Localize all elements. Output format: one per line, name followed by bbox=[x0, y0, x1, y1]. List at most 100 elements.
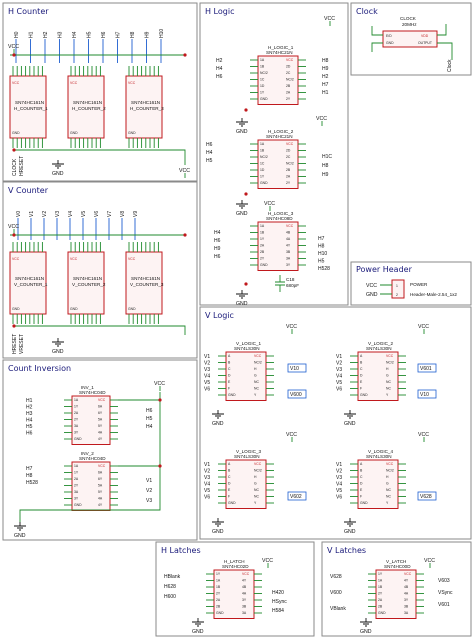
v-logic-3-in-net: V2 bbox=[204, 469, 210, 475]
v-logic-3-lpin: F bbox=[228, 495, 230, 499]
h-latch-lpin: 2A bbox=[216, 598, 221, 602]
h-logic-1-out-net: H1 bbox=[322, 90, 329, 96]
inv-1-in-net: H5 bbox=[26, 424, 33, 430]
v-counter-net-label: V3 bbox=[55, 211, 61, 217]
v-logic-2-in-net: V6 bbox=[336, 387, 342, 393]
v-logic-4-rpin: VCC bbox=[386, 462, 394, 466]
h-logic-3: H_LOGIC_3SN74HC08D1A1B1Y2A2B2YGNDVCC4B4A… bbox=[250, 211, 306, 271]
inv-1-rpin: 4Y bbox=[98, 437, 103, 441]
h-logic-2-rpin: 2D bbox=[286, 149, 291, 153]
v-logic-1-in-net: V5 bbox=[204, 380, 210, 386]
h-logic-1-gnd-label: GND bbox=[236, 129, 248, 135]
panel-title-h-logic: H Logic bbox=[205, 7, 234, 16]
v-logic-2-rpin: NC bbox=[386, 380, 391, 384]
h-counter-3-part: SN74HC161N bbox=[131, 100, 160, 105]
h-latch-rpin: 3A bbox=[242, 611, 247, 615]
h-logic-1-rpin: 2D bbox=[286, 65, 291, 69]
v-logic-2-gnd-label: GND bbox=[344, 421, 356, 427]
h-logic-3-lpin: 2Y bbox=[260, 257, 265, 261]
power-header-pin2: 2 bbox=[396, 293, 398, 297]
h-logic-2-rpin: 2B bbox=[286, 168, 291, 172]
v-logic-3-in-net: V1 bbox=[204, 462, 210, 468]
v-latch: V_LATCHSN74HC00D1Y1A1B2Y2A2BGNDVCC4Y4B4A… bbox=[368, 559, 424, 619]
power-header: 1 2 POWER Header-Male-2.54_1x2 VCC GND bbox=[366, 279, 457, 299]
h-logic-3-lpin: 1A bbox=[260, 224, 265, 228]
inv-1-lpin: 3A bbox=[74, 424, 79, 428]
h-counter-2-ref: H_COUNTER_2 bbox=[72, 106, 106, 111]
v-counter-bottom-net: VRESET bbox=[19, 334, 25, 354]
v-logic-4-rpin: G bbox=[386, 482, 389, 486]
v-logic-3-rpin: G bbox=[254, 482, 257, 486]
v-logic-1-lpin: F bbox=[228, 387, 230, 391]
h-logic-3-rpin: VCC bbox=[286, 224, 294, 228]
inv-2-rpin: 5Y bbox=[98, 490, 103, 494]
h-logic-2-out-net: H9 bbox=[322, 172, 329, 178]
h-logic-3-lpin: GND bbox=[260, 263, 268, 267]
v-latch-rpin: 3A bbox=[404, 611, 409, 615]
v-logic-3-rpin: NC bbox=[254, 495, 259, 499]
h-counter-net-label: H7 bbox=[116, 31, 122, 38]
v-logic-4-gnd-label: GND bbox=[344, 529, 356, 535]
h-logic-3-in-net: H6 bbox=[214, 254, 221, 260]
h-logic-1-rpin: 2Y bbox=[286, 97, 291, 101]
h-counter-1-gnd-pin: GND bbox=[12, 131, 20, 135]
h-counter-gnd-symbol bbox=[52, 160, 64, 169]
h-counter-2-vcc-pin: VCC bbox=[70, 81, 78, 85]
h-counter-2: SN74HC161NH_COUNTER_2 VCC GND bbox=[67, 66, 106, 148]
h-counter-2-gnd-pin: GND bbox=[70, 131, 78, 135]
clock-pin-vdd: VDD bbox=[421, 34, 429, 38]
h-logic-1-out-net: H7 bbox=[322, 82, 329, 88]
v-logic-2-rpin: NC bbox=[386, 387, 391, 391]
v-counter-net-label: V1 bbox=[29, 211, 35, 217]
power-header-gnd: GND bbox=[366, 292, 378, 298]
h-latch-rpin: 3B bbox=[242, 605, 247, 609]
v-latch-out-net: V603 bbox=[438, 578, 450, 584]
v-latch-lpin: 2A bbox=[378, 598, 383, 602]
h-logic-chips: H_LOGIC_1SN74HC21N1A1BNC/21C1D1YGNDVCC2D… bbox=[206, 16, 335, 307]
v-logic-3-in-net: V5 bbox=[204, 488, 210, 494]
power-header-body bbox=[391, 279, 405, 299]
h-counter-net-label: H5 bbox=[87, 31, 93, 38]
h-logic-2-rpin: 2A bbox=[286, 175, 291, 179]
h-logic-2-in-net: H4 bbox=[206, 150, 213, 156]
h-counter-3-gnd-pin: GND bbox=[128, 131, 136, 135]
inv-2-lpin: 1A bbox=[74, 464, 79, 468]
v-logic-2-rpin: VCC bbox=[386, 354, 394, 358]
h-logic-2-out-net: H8 bbox=[322, 163, 329, 169]
v-logic-out-net: V10 bbox=[290, 366, 299, 372]
h-latch-in-net: H628 bbox=[164, 584, 176, 590]
h-counter-3-vcc-pin: VCC bbox=[128, 81, 136, 85]
inv-2-rpin: 6Y bbox=[98, 477, 103, 481]
h-logic-2-part: SN74HC21N bbox=[266, 134, 293, 139]
inv-2-rpin: 4Y bbox=[98, 503, 103, 507]
v-counter-3-ref: V_COUNTER_3 bbox=[130, 282, 164, 287]
v-logic-chips: V_LOGIC_1SN74LS30NABCDEFGNDVCCNC/2HGNCNC… bbox=[204, 324, 437, 535]
v-counter-2-gnd-pin: GND bbox=[70, 307, 78, 311]
v-logic-3-rpin: VCC bbox=[254, 462, 262, 466]
h-logic-1-out-net: H8 bbox=[322, 58, 329, 64]
h-logic-3-in-net: H4 bbox=[214, 230, 221, 236]
h-logic-3-lpin: 1Y bbox=[260, 237, 265, 241]
h-counter-net-label: H8 bbox=[130, 31, 136, 38]
h-counter-net-label: H1 bbox=[29, 31, 35, 38]
clock-frequency: 20MHz bbox=[402, 22, 417, 27]
inv-1-in-net: H3 bbox=[26, 411, 33, 417]
v-logic-3-rpin: NC/2 bbox=[254, 469, 262, 473]
junction-dot bbox=[158, 464, 162, 468]
h-logic-1-rpin: 2B bbox=[286, 84, 291, 88]
v-logic-4-in-net: V4 bbox=[336, 482, 342, 488]
inv-1-out-net: H5 bbox=[146, 416, 153, 422]
v-counter-gnd-symbol bbox=[52, 338, 64, 347]
h-logic-2-rpin: VCC bbox=[286, 142, 294, 146]
inv-1-lpin: GND bbox=[74, 437, 82, 441]
v-logic-1-gnd-label: GND bbox=[212, 421, 224, 427]
h-logic-1-part: SN74HC21N bbox=[266, 50, 293, 55]
h-logic-2-lpin: 1A bbox=[260, 142, 265, 146]
v-logic-2-in-net: V3 bbox=[336, 367, 342, 373]
h-latch-lpin: 2B bbox=[216, 605, 221, 609]
panel-title-v-counter: V Counter bbox=[8, 186, 49, 195]
h-logic-2-lpin: 1D bbox=[260, 168, 265, 172]
inv-2-out-net: V1 bbox=[146, 478, 152, 484]
power-header-wires bbox=[380, 284, 392, 295]
h-latch-rpin: VCC bbox=[242, 572, 250, 576]
